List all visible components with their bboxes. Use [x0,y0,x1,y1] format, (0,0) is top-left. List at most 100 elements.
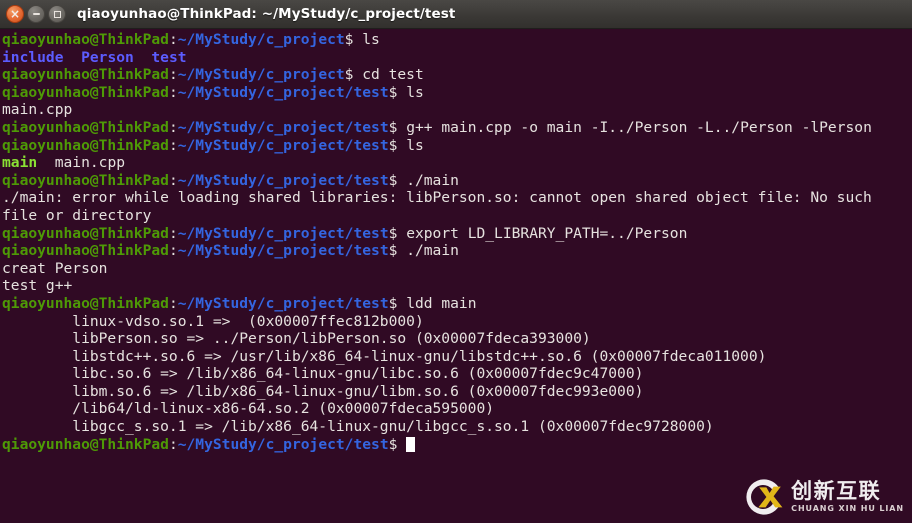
terminal-output-line: /lib64/ld-linux-x86-64.so.2 (0x00007fdec… [2,400,912,418]
terminal-command: ./main [397,242,459,260]
terminal-command: ldd main [397,294,477,312]
output-segment: creat Person [2,259,108,277]
output-segment: /lib64/ld-linux-x86-64.so.2 (0x00007fdec… [2,400,495,418]
minimize-icon [32,13,40,15]
output-segment: main.cpp [2,101,73,119]
prompt-separator: : [168,118,178,136]
prompt-path: ~/MyStudy/c_project/test [177,242,389,260]
maximize-icon [53,10,61,18]
output-segment: file or directory [2,206,152,224]
terminal-prompt-line: qiaoyunhao@ThinkPad:~/MyStudy/c_project/… [2,225,912,243]
terminal-command: export LD_LIBRARY_PATH=../Person [397,224,688,242]
prompt-user-host: qiaoyunhao@ThinkPad [2,171,169,189]
terminal-command: ./main [397,171,459,189]
output-segment: libgcc_s.so.1 => /lib/x86_64-linux-gnu/l… [2,418,714,436]
output-segment: include [2,48,64,66]
terminal-prompt-line: qiaoyunhao@ThinkPad:~/MyStudy/c_project$… [2,66,912,84]
prompt-user-host: qiaoyunhao@ThinkPad [2,224,169,242]
output-segment: main [2,154,38,172]
terminal-prompt-line: qiaoyunhao@ThinkPad:~/MyStudy/c_project/… [2,242,912,260]
terminal-output-line: main.cpp [2,101,912,119]
terminal-output-line: libm.so.6 => /lib/x86_64-linux-gnu/libm.… [2,383,912,401]
text-cursor [406,436,415,452]
terminal-prompt-line: qiaoyunhao@ThinkPad:~/MyStudy/c_project/… [2,84,912,102]
prompt-path: ~/MyStudy/c_project/test [177,136,389,154]
terminal-screen: qiaoyunhao@ThinkPad:~/MyStudy/c_project$… [2,31,912,453]
title-bar: × qiaoyunhao@ThinkPad: ~/MyStudy/c_proje… [0,0,912,29]
prompt-separator: : [168,224,178,242]
output-segment [64,49,82,66]
prompt-user-host: qiaoyunhao@ThinkPad [2,435,169,453]
prompt-path: ~/MyStudy/c_project/test [177,118,389,136]
watermark-text: 创新互联 CHUANG XIN HU LIAN [791,481,904,513]
prompt-user-host: qiaoyunhao@ThinkPad [2,31,169,48]
close-icon: × [9,6,21,21]
window-title: qiaoyunhao@ThinkPad: ~/MyStudy/c_project… [77,6,456,22]
prompt-separator: : [168,435,178,453]
output-segment: libc.so.6 => /lib/x86_64-linux-gnu/libc.… [2,365,644,383]
prompt-path: ~/MyStudy/c_project/test [177,171,389,189]
prompt-separator: : [168,294,178,312]
terminal-body[interactable]: qiaoyunhao@ThinkPad:~/MyStudy/c_project$… [0,29,912,523]
watermark-pinyin: CHUANG XIN HU LIAN [791,504,904,513]
output-segment [37,154,55,171]
terminal-output-line: linux-vdso.so.1 => (0x00007ffec812b000) [2,313,912,331]
prompt-path: ~/MyStudy/c_project/test [177,83,389,101]
terminal-prompt-line: qiaoyunhao@ThinkPad:~/MyStudy/c_project$… [2,31,912,49]
terminal-command: g++ main.cpp -o main -I../Person -L../Pe… [397,118,872,136]
terminal-command: ls [353,31,380,48]
prompt-separator: : [168,242,178,260]
prompt-user-host: qiaoyunhao@ThinkPad [2,242,169,260]
terminal-command: ls [397,83,424,101]
output-segment: libm.so.6 => /lib/x86_64-linux-gnu/libm.… [2,382,644,400]
output-segment: Person [81,48,134,66]
terminal-output-line: main main.cpp [2,154,912,172]
prompt-user-host: qiaoyunhao@ThinkPad [2,136,169,154]
maximize-button[interactable] [48,5,66,23]
terminal-prompt-line: qiaoyunhao@ThinkPad:~/MyStudy/c_project/… [2,172,912,190]
terminal-output-line: creat Person [2,260,912,278]
prompt-user-host: qiaoyunhao@ThinkPad [2,66,169,84]
output-segment: libPerson.so => ../Person/libPerson.so (… [2,330,591,348]
terminal-output-line: libgcc_s.so.1 => /lib/x86_64-linux-gnu/l… [2,418,912,436]
terminal-command [397,436,406,453]
terminal-prompt-line: qiaoyunhao@ThinkPad:~/MyStudy/c_project/… [2,119,912,137]
terminal-output-line: libstdc++.so.6 => /usr/lib/x86_64-linux-… [2,348,912,366]
terminal-output-line: include Person test [2,49,912,67]
window-controls: × [6,5,66,23]
terminal-output-line: libc.so.6 => /lib/x86_64-linux-gnu/libc.… [2,365,912,383]
terminal-prompt-line: qiaoyunhao@ThinkPad:~/MyStudy/c_project/… [2,295,912,313]
prompt-path: ~/MyStudy/c_project [177,31,345,48]
terminal-output-line: test g++ [2,277,912,295]
prompt-separator: : [168,83,178,101]
terminal-output-line: libPerson.so => ../Person/libPerson.so (… [2,330,912,348]
prompt-path: ~/MyStudy/c_project/test [177,435,389,453]
terminal-prompt-line: qiaoyunhao@ThinkPad:~/MyStudy/c_project/… [2,137,912,155]
prompt-path: ~/MyStudy/c_project/test [177,224,389,242]
output-segment: test g++ [2,277,73,295]
minimize-button[interactable] [27,5,45,23]
prompt-separator: : [168,171,178,189]
terminal-output-line: ./main: error while loading shared libra… [2,189,912,207]
watermark-chinese: 创新互联 [791,479,882,503]
terminal-command: ls [397,136,424,154]
prompt-separator: : [168,136,178,154]
prompt-path: ~/MyStudy/c_project [177,66,345,84]
terminal-output-line: file or directory [2,207,912,225]
output-segment: ./main: error while loading shared libra… [2,189,872,207]
prompt-separator: : [168,31,178,48]
prompt-path: ~/MyStudy/c_project/test [177,294,389,312]
brand-logo-icon [746,479,783,515]
output-segment: test [151,48,187,66]
prompt-user-host: qiaoyunhao@ThinkPad [2,83,169,101]
output-segment: main.cpp [54,154,126,172]
prompt-separator: : [168,66,178,84]
prompt-user-host: qiaoyunhao@ThinkPad [2,294,169,312]
terminal-prompt-line: qiaoyunhao@ThinkPad:~/MyStudy/c_project/… [2,436,912,454]
output-segment: linux-vdso.so.1 => (0x00007ffec812b000) [2,312,424,330]
terminal-command: cd test [353,66,424,84]
close-button[interactable]: × [6,5,24,23]
watermark: 创新互联 CHUANG XIN HU LIAN [744,477,904,517]
output-segment [134,49,152,66]
prompt-user-host: qiaoyunhao@ThinkPad [2,118,169,136]
